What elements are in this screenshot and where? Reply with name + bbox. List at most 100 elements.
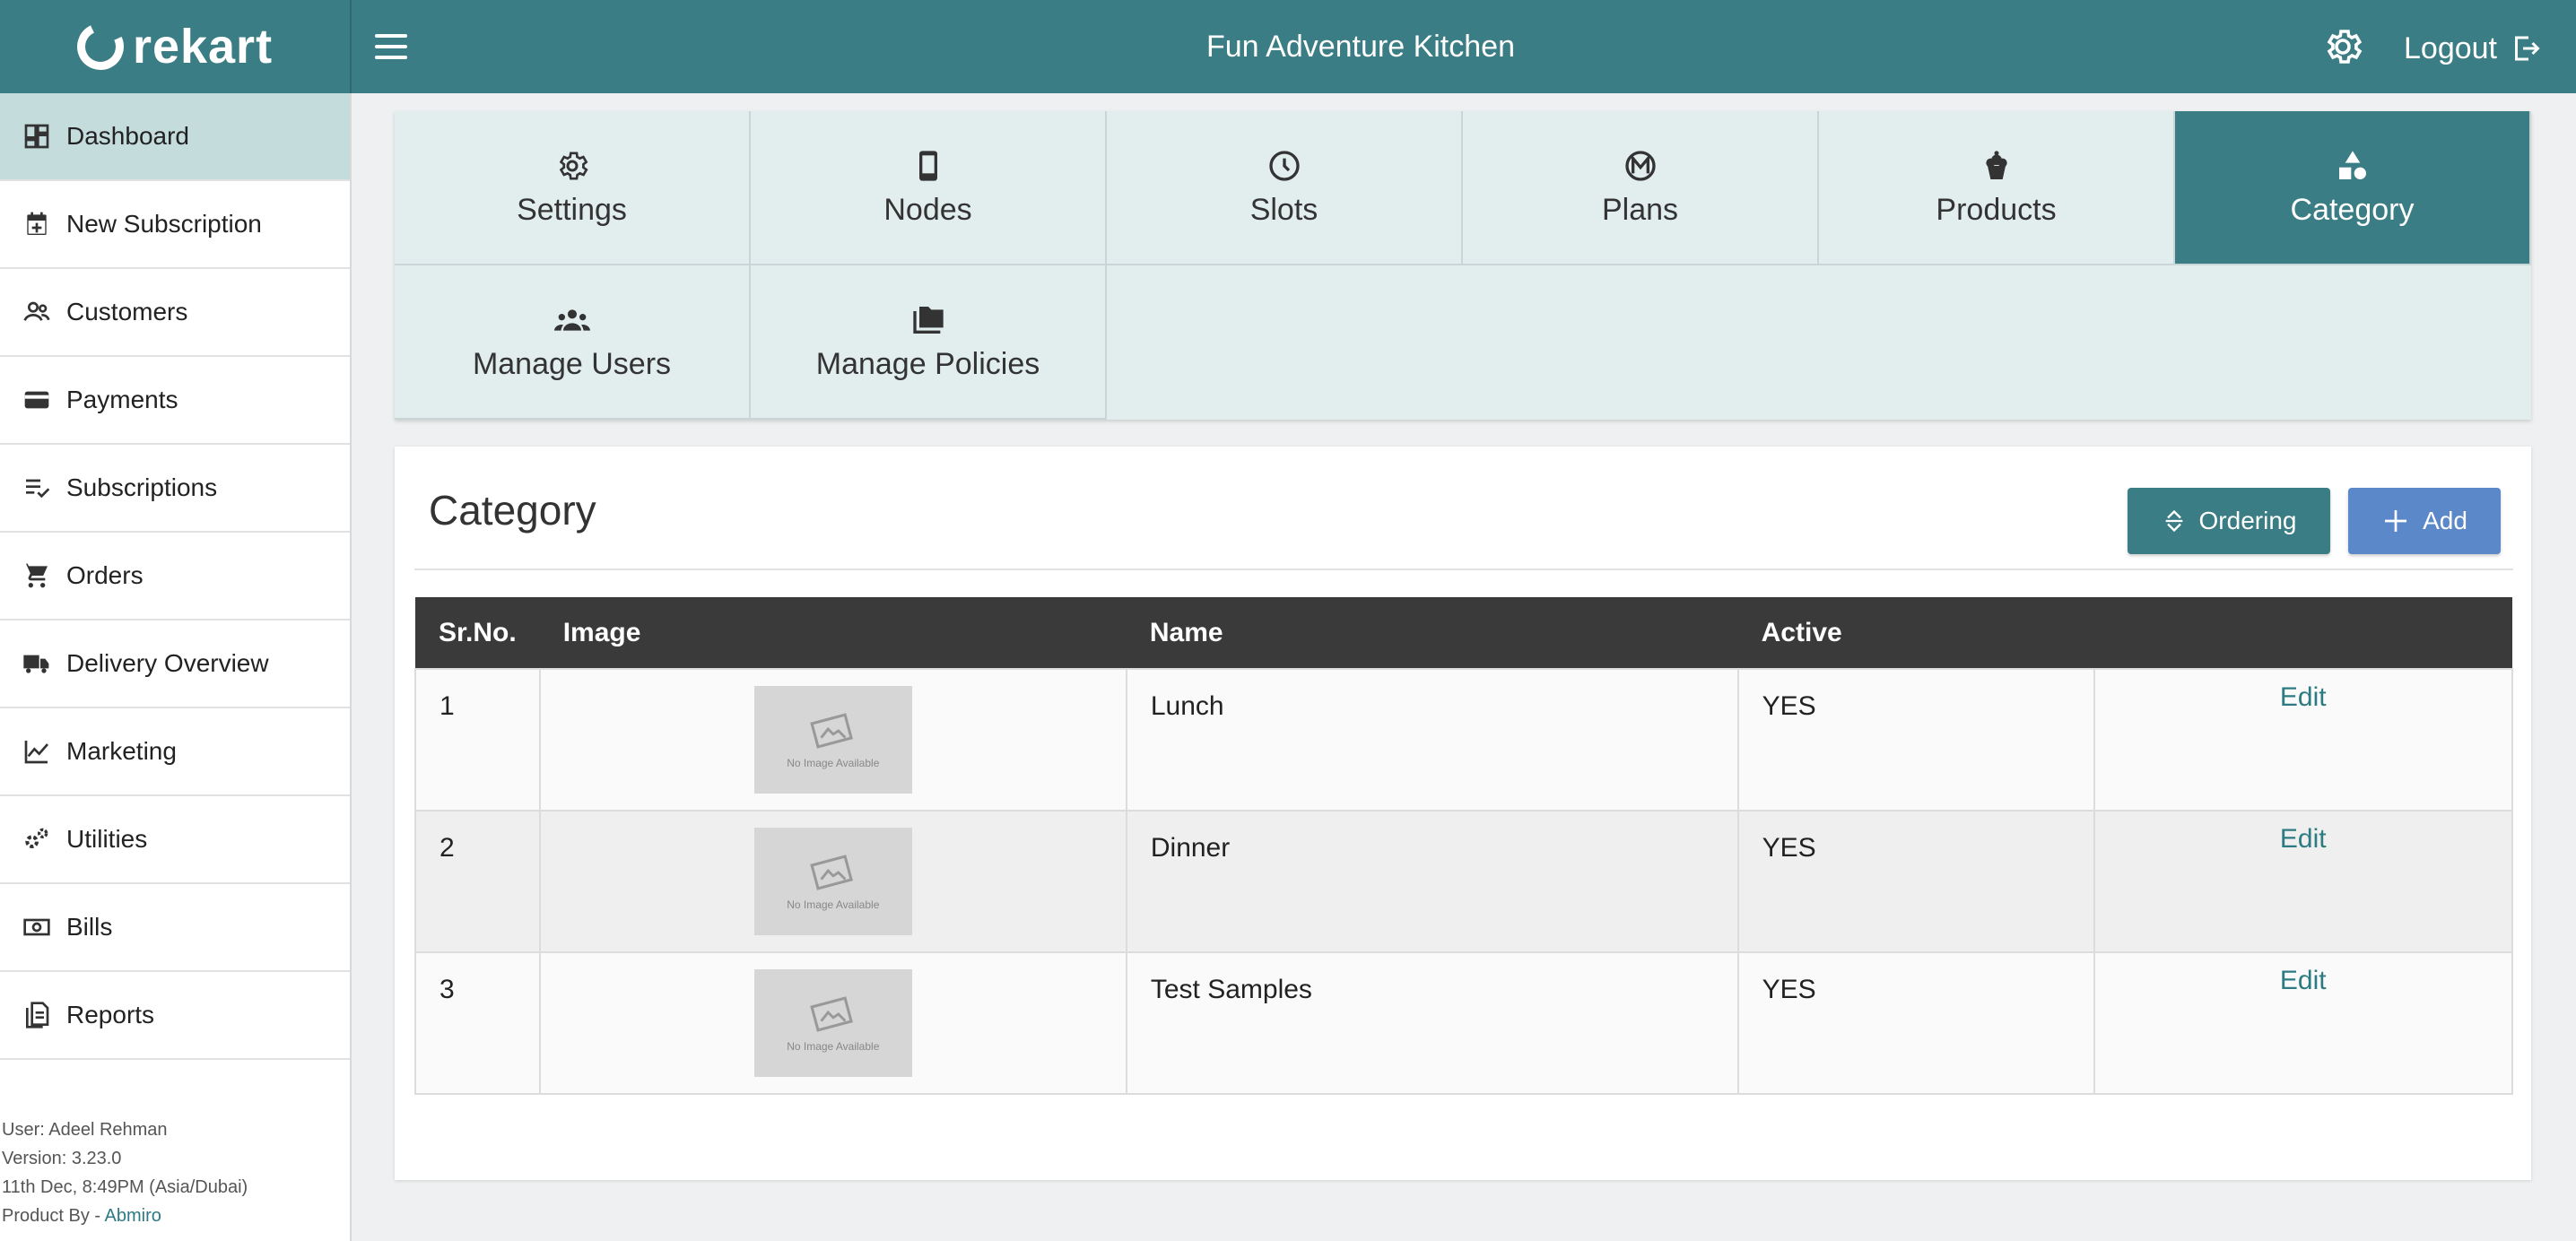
brand-logo[interactable]: rekart [70,16,274,77]
footer-version: Version: 3.23.0 [2,1149,122,1168]
bill-icon [22,912,52,942]
settings-gear-icon[interactable] [2321,25,2364,68]
image-placeholder-icon [810,996,853,1032]
sidebar: Dashboard New Subscription Customers Pay… [0,93,352,1241]
sidebar-item-label: Bills [66,913,113,941]
plus-icon [2385,510,2407,532]
tab-plans[interactable]: Plans [1463,111,1819,265]
cell-srno: 3 [414,951,541,1095]
footer-datetime: 11th Dec, 8:49PM (Asia/Dubai) [2,1177,248,1197]
sidebar-item-payments[interactable]: Payments [0,357,350,445]
cell-name: Dinner [1125,810,1739,953]
group-icon [553,308,590,331]
logo-text: rekart [132,20,274,74]
tab-label: Manage Policies [815,346,1040,381]
tab-label: Slots [1249,192,1318,227]
folders-icon [912,306,944,334]
page-title: Category [429,487,596,534]
dashboard-icon [22,121,52,152]
sidebar-item-label: Delivery Overview [66,649,269,677]
tab-nodes[interactable]: Nodes [751,111,1107,265]
tab-label: Plans [1601,192,1679,227]
cart-icon [22,560,52,591]
sidebar-item-label: Subscriptions [66,473,218,501]
sidebar-item-utilities[interactable]: Utilities [0,796,350,884]
cell-active: YES [1736,951,2095,1095]
logo-ring-icon [70,16,131,77]
truck-icon [22,648,52,679]
column-header: Image [539,597,1127,669]
plan-badge-icon [1624,150,1656,181]
credit-card-icon [22,385,52,415]
edit-link[interactable]: Edit [2119,682,2488,713]
tab-label: Nodes [883,192,972,227]
settings-tabs-panel: Settings Nodes Slots Plans Products Cate… [395,111,2531,420]
phone-icon [918,150,937,181]
edit-link[interactable]: Edit [2119,824,2488,855]
cell-active: YES [1736,810,2095,953]
sidebar-item-label: Marketing [66,737,177,765]
image-placeholder-icon [810,713,853,749]
sidebar-item-delivery-overview[interactable]: Delivery Overview [0,620,350,708]
tab-slots[interactable]: Slots [1107,111,1463,265]
company-link[interactable]: Abmiro [105,1206,161,1226]
no-image-placeholder: No Image Available [753,969,912,1077]
tab-manage-policies[interactable]: Manage Policies [751,265,1107,420]
sidebar-item-label: New Subscription [66,210,262,238]
logo-area: rekart [0,0,352,93]
sidebar-footer: User: Adeel Rehman Version: 3.23.0 11th … [2,1115,248,1230]
gear-icon [559,152,588,179]
column-header: Active [1737,597,2094,669]
image-placeholder-icon [810,855,853,890]
tab-settings[interactable]: Settings [395,111,751,265]
tab-label: Manage Users [472,346,672,381]
tab-label: Category [2290,192,2415,227]
tab-manage-users[interactable]: Manage Users [395,265,751,420]
sidebar-item-customers[interactable]: Customers [0,269,350,357]
cell-image: No Image Available [538,951,1127,1095]
divider [414,568,2513,570]
cupcake-icon [1985,150,2007,179]
column-header [2093,597,2512,669]
hamburger-menu-icon[interactable] [375,27,414,66]
sidebar-item-label: Dashboard [66,122,189,150]
sidebar-item-new-subscription[interactable]: New Subscription [0,181,350,269]
clock-icon [1268,150,1300,181]
logout-icon [2515,36,2540,61]
add-button[interactable]: Add [2348,488,2501,554]
cell-image: No Image Available [538,668,1127,811]
sidebar-item-orders[interactable]: Orders [0,533,350,620]
column-header: Sr.No. [415,597,540,669]
ordering-button[interactable]: Ordering [2128,488,2330,554]
sidebar-item-reports[interactable]: Reports [0,972,350,1060]
sidebar-item-bills[interactable]: Bills [0,884,350,972]
playlist-check-icon [22,473,52,503]
column-header: Name [1126,597,1738,669]
tab-label: Products [1936,192,2057,227]
cell-image: No Image Available [538,810,1127,953]
logout-button[interactable]: Logout [2404,25,2542,72]
edit-link[interactable]: Edit [2119,966,2488,996]
sidebar-item-marketing[interactable]: Marketing [0,708,350,796]
gears-icon [22,824,52,855]
table-row: 2 No Image Available Dinner YES Edit [414,810,2514,953]
footer-product-by: Product By - Abmiro [2,1206,161,1226]
cell-name: Test Samples [1125,951,1739,1095]
category-card: Category Ordering Add Sr.No. Image Name … [395,447,2531,1180]
sidebar-item-label: Orders [66,561,144,589]
sidebar-item-label: Payments [66,386,178,413]
tab-products[interactable]: Products [1819,111,2175,265]
cell-action: Edit [2093,668,2514,811]
sidebar-item-subscriptions[interactable]: Subscriptions [0,445,350,533]
document-icon [22,1000,52,1030]
shapes-icon [2338,150,2366,179]
tab-label: Settings [517,192,627,227]
no-image-placeholder: No Image Available [753,828,912,935]
sidebar-item-dashboard[interactable]: Dashboard [0,93,350,181]
app-title: Fun Adventure Kitchen [1205,29,1515,64]
cell-action: Edit [2093,951,2514,1095]
sidebar-item-label: Reports [66,1001,155,1028]
tab-category[interactable]: Category [2175,111,2531,265]
table-row: 3 No Image Available Test Samples YES Ed… [414,951,2514,1095]
category-table: Sr.No. Image Name Active 1 No Image Avai… [414,597,2514,1095]
